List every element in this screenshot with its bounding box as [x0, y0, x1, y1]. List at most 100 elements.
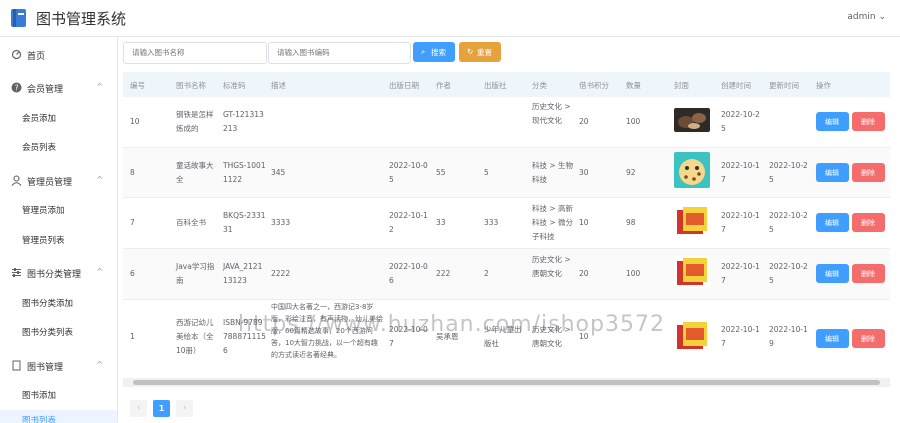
cell-points: 30: [579, 168, 589, 177]
prev-page-button[interactable]: ‹: [130, 400, 147, 417]
column-header: 作者: [436, 81, 451, 90]
book-cover-image: [674, 256, 710, 288]
book-code-input[interactable]: [277, 48, 407, 57]
sidebar-subitem-book-list[interactable]: 图书列表: [0, 410, 117, 423]
cell-name: 钢铁是怎样炼成的: [176, 110, 214, 133]
cell-category: 历史文化 > 唐朝文化: [532, 255, 571, 278]
cell-id: 1: [130, 332, 135, 341]
sidebar-item-books[interactable]: 图书管理 ^: [0, 355, 117, 377]
cell-pub-date: 2022-10-06: [389, 262, 428, 285]
next-page-button[interactable]: ›: [176, 400, 193, 417]
edit-button[interactable]: 编辑: [816, 213, 849, 232]
book-logo-icon: [11, 9, 26, 27]
reset-button-label: 重置: [477, 48, 492, 57]
top-header: 图书管理系统 admin ⌄: [0, 0, 900, 37]
column-header: 操作: [816, 81, 831, 90]
sidebar: 首页 ? 会员管理 ^ 会员添加 会员列表 管理员管理 ^ 管理员添加 管理员列…: [0, 37, 118, 423]
book-name-input[interactable]: [132, 48, 262, 57]
cell-id: 7: [130, 218, 135, 227]
sidebar-subitem-admin-add[interactable]: 管理员添加: [0, 200, 117, 220]
cell-publisher: 333: [484, 218, 499, 227]
cell-name: 童话故事大全: [176, 161, 214, 184]
cell-publisher: 2: [484, 269, 489, 278]
sidebar-item-home[interactable]: 首页: [0, 44, 117, 66]
chevron-up-icon: ^: [96, 175, 103, 184]
cell-pub-date: 2022-10-05: [389, 161, 428, 184]
cell-name: 百科全书: [176, 218, 206, 227]
reset-button[interactable]: ↻ 重置: [459, 42, 501, 62]
scrollbar-thumb[interactable]: [133, 380, 880, 385]
table-row: 8 童话故事大全 THGS-10011122 345 2022-10-05 55…: [123, 148, 890, 198]
column-header: 描述: [271, 81, 286, 90]
user-menu[interactable]: admin ⌄: [847, 12, 886, 22]
search-icon: ⌕: [421, 47, 426, 56]
sidebar-item-label: 图书分类管理: [27, 270, 82, 280]
cell-created: 2022-10-25: [721, 110, 760, 133]
cell-created: 2022-10-17: [721, 262, 760, 285]
cell-desc: 3333: [271, 218, 291, 227]
horizontal-scrollbar[interactable]: [123, 378, 890, 387]
sidebar-item-label: 图书管理: [27, 363, 64, 373]
cell-updated: 2022-10-25: [769, 161, 808, 184]
cell-code: GT-121313213: [223, 110, 264, 133]
delete-button[interactable]: 删除: [852, 329, 885, 348]
delete-button[interactable]: 删除: [852, 264, 885, 283]
table-header: 编号 图书名称 标准码 描述 出版日期 作者 出版社 分类 借书积分 数量 封面…: [123, 72, 890, 97]
sidebar-item-label: 会员管理: [27, 85, 64, 95]
cell-desc: 2222: [271, 269, 291, 278]
edit-button[interactable]: 编辑: [816, 264, 849, 283]
table-row: 10 钢铁是怎样炼成的 GT-121313213 历史文化 > 现代文化 20 …: [123, 97, 890, 148]
sidebar-subitem-category-list[interactable]: 图书分类列表: [0, 322, 117, 342]
cell-created: 2022-10-17: [721, 325, 760, 348]
cell-qty: 100: [626, 117, 641, 126]
column-header: 封面: [674, 81, 689, 90]
sidebar-subitem-admin-list[interactable]: 管理员列表: [0, 230, 117, 250]
cell-points: 10: [579, 218, 589, 227]
sidebar-subitem-book-add[interactable]: 图书添加: [0, 385, 117, 405]
cell-points: 20: [579, 117, 589, 126]
sidebar-item-members[interactable]: ? 会员管理 ^: [0, 77, 117, 99]
chevron-down-icon: ⌄: [878, 12, 886, 22]
table-row: 6 Java学习指南 JAVA_212113123 2222 2022-10-0…: [123, 249, 890, 300]
cell-pub-date: 2022-10-12: [389, 211, 428, 234]
cell-code: BKQS-233131: [223, 211, 266, 234]
column-header: 出版社: [484, 81, 507, 90]
cell-id: 6: [130, 269, 135, 278]
cell-publisher: 5: [484, 168, 489, 177]
cell-desc: 345: [271, 168, 286, 177]
delete-button[interactable]: 删除: [852, 163, 885, 182]
cell-qty: 98: [626, 218, 636, 227]
sidebar-subitem-member-add[interactable]: 会员添加: [0, 108, 117, 128]
sidebar-item-categories[interactable]: 图书分类管理 ^: [0, 262, 117, 284]
column-header: 编号: [130, 81, 145, 90]
cell-qty: 100: [626, 269, 641, 278]
cell-created: 2022-10-17: [721, 211, 760, 234]
svg-text:?: ?: [15, 84, 19, 93]
sidebar-subitem-category-add[interactable]: 图书分类添加: [0, 293, 117, 313]
delete-button[interactable]: 删除: [852, 213, 885, 232]
book-cover-image: [674, 152, 710, 188]
sidebar-item-admins[interactable]: 管理员管理 ^: [0, 170, 117, 192]
book-cover-image: [674, 320, 710, 352]
sidebar-item-label: 管理员管理: [27, 178, 73, 188]
sidebar-subitem-member-list[interactable]: 会员列表: [0, 137, 117, 157]
table-row: 7 百科全书 BKQS-233131 3333 2022-10-12 33 33…: [123, 198, 890, 249]
search-button-label: 搜索: [431, 48, 446, 57]
search-button[interactable]: ⌕ 搜索: [413, 42, 455, 62]
delete-button[interactable]: 删除: [852, 112, 885, 131]
cell-author: 55: [436, 168, 446, 177]
document-icon: [12, 360, 21, 371]
cell-qty: 92: [626, 168, 636, 177]
cell-author: 33: [436, 218, 446, 227]
edit-button[interactable]: 编辑: [816, 329, 849, 348]
cell-name: Java学习指南: [176, 262, 215, 285]
cell-updated: 2022-10-25: [769, 211, 808, 234]
page-1-button[interactable]: 1: [153, 400, 170, 417]
cell-name: 西游记幼儿美绘本（全10册）: [176, 318, 214, 355]
user-icon: [11, 175, 22, 186]
cell-id: 10: [130, 117, 140, 126]
column-header: 数量: [626, 81, 641, 90]
edit-button[interactable]: 编辑: [816, 112, 849, 131]
user-name: admin: [847, 12, 876, 22]
edit-button[interactable]: 编辑: [816, 163, 849, 182]
